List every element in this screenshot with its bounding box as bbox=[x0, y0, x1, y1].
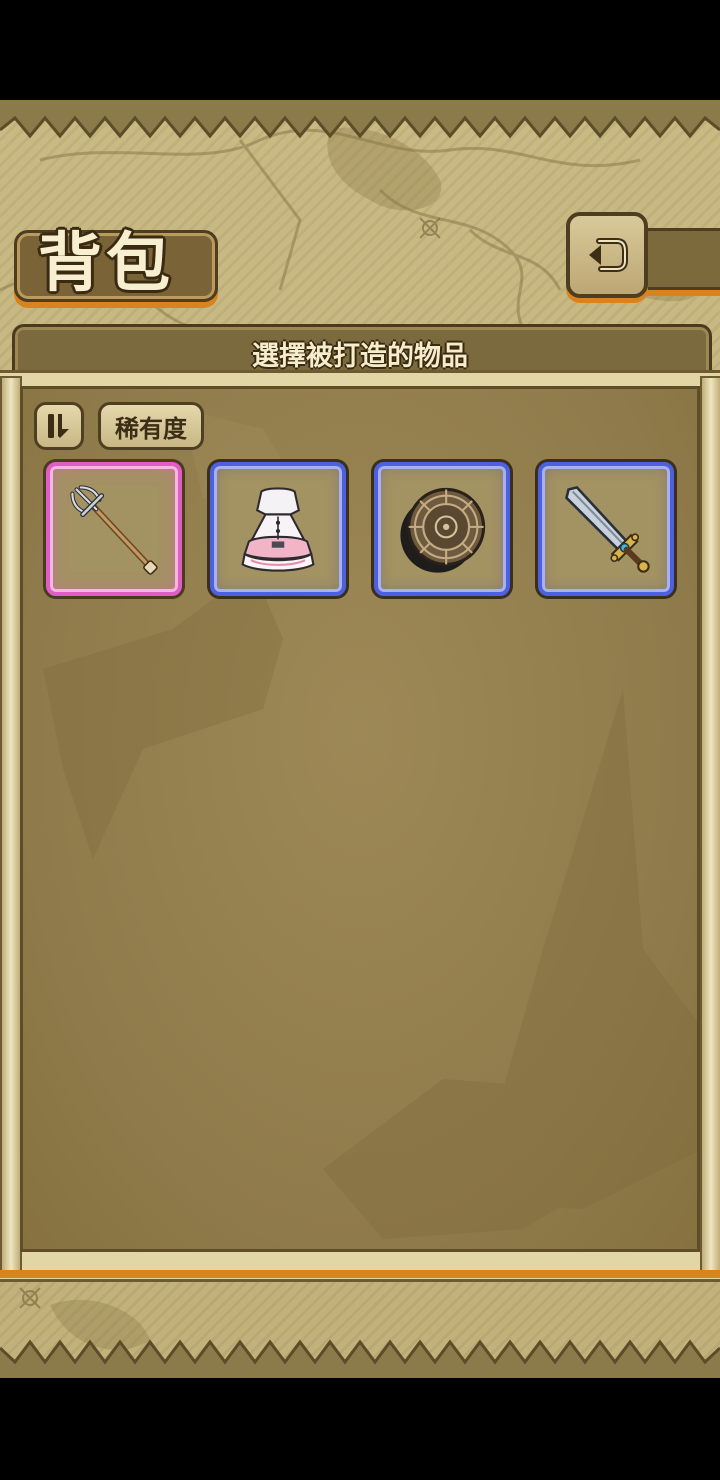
item-slot-trident[interactable] bbox=[46, 462, 182, 596]
bottom-black-bar bbox=[0, 1378, 720, 1480]
item-slot-dress[interactable] bbox=[210, 462, 346, 596]
panel-subtitle: 選擇被打造的物品 bbox=[252, 341, 468, 372]
compass-disc-icon bbox=[400, 487, 486, 573]
top-black-bar bbox=[0, 0, 720, 100]
pink-dress-icon bbox=[241, 487, 315, 572]
panel-left-rail bbox=[0, 376, 22, 1276]
trident-icon bbox=[70, 485, 158, 575]
sort-toggle-button[interactable] bbox=[34, 402, 84, 450]
top-zigzag-border bbox=[0, 100, 720, 139]
item-slot-sword[interactable] bbox=[538, 462, 674, 596]
sort-toggle-icon bbox=[48, 414, 69, 438]
back-button[interactable] bbox=[566, 212, 648, 298]
rarity-filter-button[interactable]: 稀有度 bbox=[98, 402, 204, 450]
panel-right-rail bbox=[700, 376, 720, 1276]
back-button-group bbox=[562, 208, 720, 302]
item-slot-compass[interactable] bbox=[374, 462, 510, 596]
page-title: 背包 bbox=[38, 227, 174, 301]
return-arrow-icon bbox=[589, 238, 628, 272]
panel-bottom-accent bbox=[0, 1270, 720, 1278]
sword-icon bbox=[565, 485, 650, 573]
bottom-zigzag-border bbox=[0, 1339, 720, 1378]
